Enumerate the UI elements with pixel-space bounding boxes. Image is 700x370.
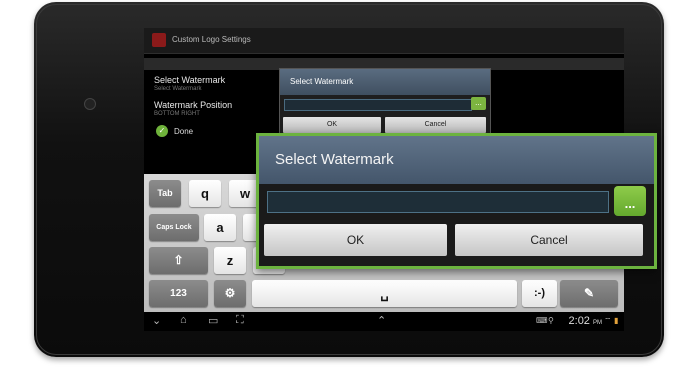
key-z[interactable]: z: [214, 247, 246, 274]
status-clock: 2:02 PM: [569, 315, 602, 327]
watermark-path-input[interactable]: [284, 99, 472, 111]
recent-apps-icon[interactable]: ▭: [208, 314, 218, 327]
settings-key-icon[interactable]: ⚙: [214, 280, 246, 307]
usb-icon: ⚲: [548, 316, 554, 325]
watermark-path-input[interactable]: [267, 191, 609, 213]
battery-icon: ▮: [614, 316, 619, 325]
cancel-button[interactable]: Cancel: [385, 117, 486, 133]
pref-select-watermark[interactable]: Select Watermark Select Watermark: [154, 75, 225, 92]
pref-title: Watermark Position: [154, 100, 233, 110]
ok-button[interactable]: OK: [264, 224, 447, 256]
browse-button[interactable]: ...: [471, 97, 486, 110]
cancel-button[interactable]: Cancel: [455, 224, 643, 256]
dialog-title: Select Watermark: [259, 136, 654, 184]
app-title: Custom Logo Settings: [172, 35, 251, 44]
select-watermark-dialog-zoomed: Select Watermark ... OK Cancel: [256, 133, 657, 269]
pref-summary: BOTTOM RIGHT: [154, 111, 200, 117]
pref-summary: Select Watermark: [154, 86, 202, 92]
key-caps-lock[interactable]: Caps Lock: [149, 214, 199, 241]
collapse-keyboard-icon[interactable]: ⌃: [377, 314, 386, 327]
front-camera: [84, 98, 96, 110]
back-icon[interactable]: ⌄: [152, 314, 161, 327]
browse-button[interactable]: ...: [614, 186, 646, 216]
dialog-title: Select Watermark: [280, 69, 490, 95]
key-a[interactable]: a: [204, 214, 236, 241]
key-tab[interactable]: Tab: [149, 180, 181, 207]
action-bar: Custom Logo Settings: [144, 28, 624, 54]
wifi-icon: ⌔: [604, 316, 612, 325]
home-icon[interactable]: ⌂: [180, 314, 187, 326]
key-space[interactable]: ␣: [252, 280, 517, 307]
app-logo-icon: [152, 33, 166, 47]
ok-button[interactable]: OK: [283, 117, 381, 133]
check-icon: ✓: [156, 125, 168, 137]
clock-ampm: PM: [593, 320, 602, 326]
clock-time: 2:02: [568, 315, 590, 327]
system-nav-bar: ⌄ ⌂ ▭ ⛶ ⌃ ⌨ ⚲ 2:02 PM ⌔ ▮: [144, 312, 624, 331]
key-smiley[interactable]: :-): [522, 280, 557, 307]
clipboard-key-icon[interactable]: ✎: [560, 280, 618, 307]
key-shift[interactable]: ⇧: [149, 247, 208, 274]
pref-title: Select Watermark: [154, 75, 226, 85]
screenshot-icon[interactable]: ⛶: [236, 314, 244, 327]
done-label: Done: [174, 126, 194, 136]
done-button[interactable]: ✓ Done: [156, 125, 193, 137]
select-watermark-dialog-small: Select Watermark ... OK Cancel: [279, 68, 491, 138]
key-q[interactable]: q: [189, 180, 221, 207]
key-123[interactable]: 123: [149, 280, 208, 307]
pref-watermark-position[interactable]: Watermark Position BOTTOM RIGHT: [154, 100, 232, 117]
keyboard-status-icon: ⌨: [536, 316, 548, 325]
